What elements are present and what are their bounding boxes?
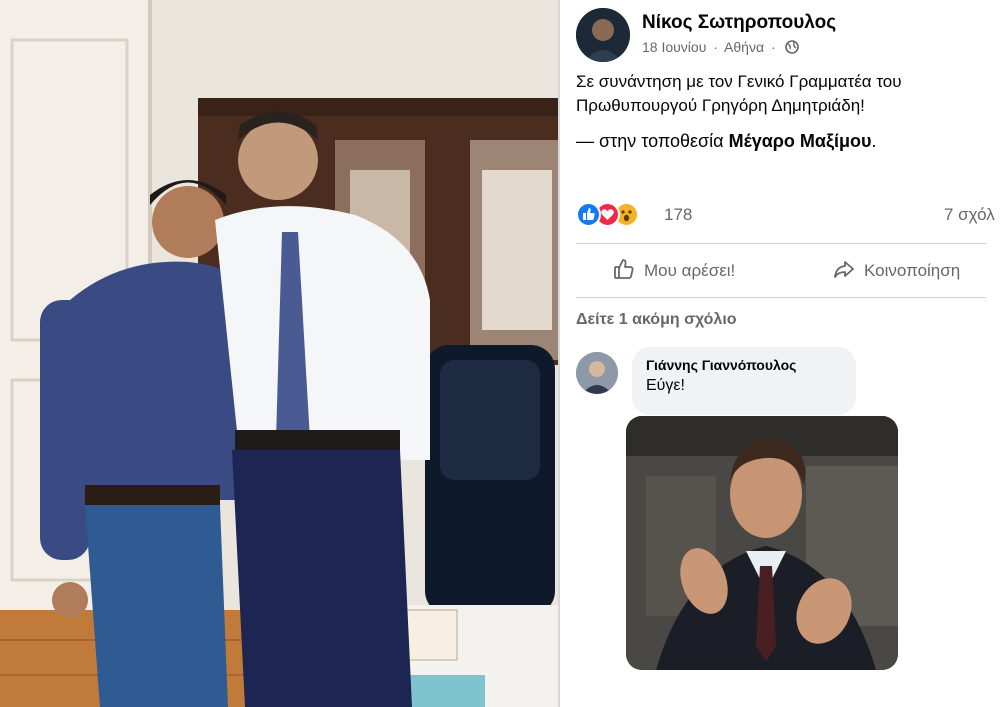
divider — [576, 297, 986, 298]
divider — [576, 243, 986, 244]
comment-text: Εύγε! — [646, 377, 685, 394]
post-actions: Μου αρέσει! Κοινοποίηση — [576, 252, 1000, 290]
author-name[interactable]: Νίκος Σωτηροπουλος — [642, 12, 836, 34]
comment-bubble: Γιάννης Γιαννόπουλος Εύγε! — [632, 347, 856, 415]
author-avatar[interactable] — [576, 8, 630, 62]
reaction-icons[interactable] — [576, 202, 646, 228]
post-date[interactable]: 18 Ιουνίου — [642, 39, 706, 55]
post-text: Σε συνάντηση με τον Γενικό Γραμματέα του… — [576, 72, 902, 115]
location-prefix: — στην τοποθεσία — [576, 131, 724, 151]
commenter-avatar[interactable] — [576, 352, 618, 394]
share-icon — [832, 257, 856, 286]
clapping-gif[interactable] — [626, 416, 898, 670]
like-label: Μου αρέσει! — [644, 261, 736, 280]
location-link[interactable]: Μέγαρο Μαξίμου — [729, 131, 872, 151]
meta-separator-2: · — [770, 39, 776, 55]
post-meta: 18 Ιουνίου · Αθήνα · — [642, 39, 799, 55]
commenter-name[interactable]: Γιάννης Γιαννόπουλος — [646, 357, 842, 373]
meeting-photo — [0, 0, 558, 707]
location-suffix: . — [871, 131, 877, 151]
share-label: Κοινοποίηση — [864, 261, 961, 280]
like-icon — [576, 202, 601, 227]
globe-icon — [784, 40, 799, 54]
like-button[interactable]: Μου αρέσει! — [612, 256, 735, 286]
view-more-comments[interactable]: Δείτε 1 ακόμη σχόλιο — [576, 311, 737, 329]
reaction-count[interactable]: 178 — [664, 205, 692, 225]
comment-count[interactable]: 7 σχόλ — [944, 205, 995, 225]
share-button[interactable]: Κοινοποίηση — [832, 256, 960, 286]
post-location: — στην τοποθεσία Μέγαρο Μαξίμου. — [576, 131, 877, 152]
meta-separator: · — [713, 39, 718, 55]
reactions-bar: 178 7 σχόλ — [576, 200, 1000, 230]
post-place[interactable]: Αθήνα — [724, 39, 764, 55]
thumbs-up-icon — [612, 257, 636, 286]
